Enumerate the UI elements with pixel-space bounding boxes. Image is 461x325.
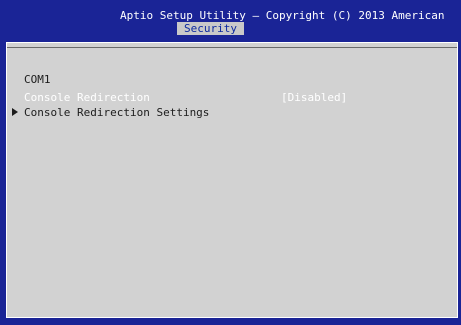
tab-security[interactable]: Security bbox=[177, 22, 244, 35]
console-redirection-settings-submenu[interactable]: Console Redirection Settings bbox=[24, 106, 209, 119]
settings-panel: COM1 Console Redirection [Disabled] Cons… bbox=[6, 42, 458, 318]
header-title: Aptio Setup Utility – Copyright (C) 2013… bbox=[120, 9, 445, 22]
console-redirection-option[interactable]: Console Redirection bbox=[24, 91, 150, 104]
tab-bar: Security bbox=[0, 22, 461, 35]
section-label-com1: COM1 bbox=[24, 73, 51, 86]
console-redirection-value[interactable]: [Disabled] bbox=[281, 91, 347, 104]
submenu-arrow-icon bbox=[12, 108, 18, 116]
panel-divider bbox=[7, 47, 457, 48]
bios-setup-screen: Aptio Setup Utility – Copyright (C) 2013… bbox=[0, 0, 461, 325]
